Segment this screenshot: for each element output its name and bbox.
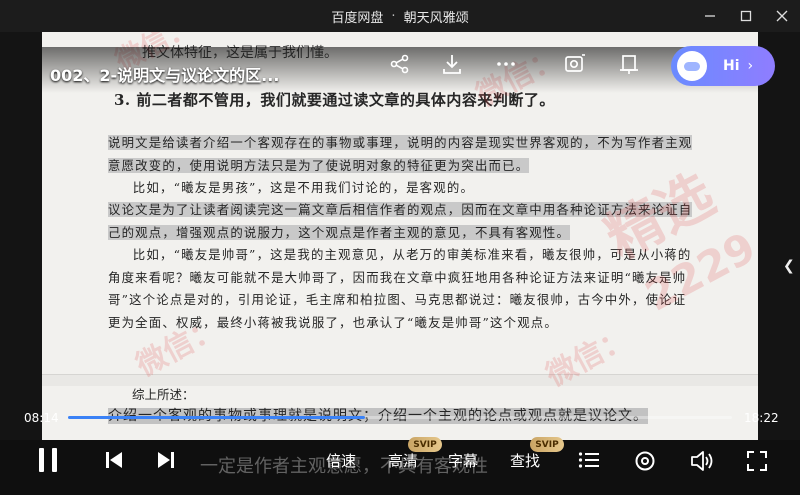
svip-badge: SVIP [408, 437, 442, 452]
current-time: 08:14 [24, 411, 59, 425]
more-icon[interactable] [494, 52, 518, 76]
video-title: 002、2-说明文与议论文的区... [50, 66, 280, 85]
share-icon[interactable] [388, 52, 412, 76]
window-titlebar: 百度网盘 · 朝天风雅颂 [0, 0, 800, 32]
settings-icon[interactable] [634, 450, 656, 472]
ai-assistant-button[interactable]: Hi › [671, 46, 775, 86]
screenshot-icon[interactable] [563, 52, 587, 76]
quality-button[interactable]: 高清 [388, 450, 418, 471]
paragraph-example-1: 比如，“曦友是男孩”，这是不用我们讨论的，是客观的。 [132, 180, 475, 195]
paragraph-expository: 说明文是给读者介绍一个客观存在的事物或事理，说明的内容是现实世界客观的，不为写作… [108, 132, 698, 177]
volume-icon[interactable] [690, 450, 714, 472]
download-icon[interactable] [440, 52, 464, 76]
paragraph-example-2: 比如，“曦友是帅哥”，这是我的主观意见，从老万的审美标准来看，曦友很帅，可是从小… [108, 247, 692, 330]
speed-button[interactable]: 倍速 [326, 450, 356, 471]
chevron-right-icon: › [747, 58, 754, 74]
title-separator: · [391, 8, 396, 24]
summary-title: 综上所述： [132, 387, 195, 402]
highlighted-text: 说明文是给读者介绍一个客观存在的事物或事理，说明的内容是现实世界客观的，不为写作… [108, 135, 693, 173]
assistant-label: Hi [723, 58, 740, 74]
pause-icon[interactable] [36, 446, 62, 474]
app-name: 百度网盘 [331, 10, 384, 26]
file-name: 朝天风雅颂 [403, 10, 469, 26]
pin-icon[interactable] [617, 52, 641, 76]
total-time: 18:22 [744, 411, 779, 425]
video-frame[interactable]: 推文体特征，这是属于我们懂。 3. 前二者都不管用，我们就要通过读文章的具体内容… [42, 32, 758, 440]
maximize-icon[interactable] [728, 0, 764, 32]
highlighted-text: 议论文是为了让读者阅读完这一篇文章后相信作者的观点，因而在文章中用各种论证方法来… [108, 202, 693, 240]
window-controls [692, 0, 800, 32]
svip-badge: SVIP [530, 437, 564, 452]
minimize-icon[interactable] [692, 0, 728, 32]
fullscreen-icon[interactable] [746, 450, 768, 472]
subtitle-button[interactable]: 字幕 [448, 450, 478, 471]
paragraph-argumentative: 议论文是为了让读者阅读完这一篇文章后相信作者的观点，因而在文章中用各种论证方法来… [108, 199, 698, 244]
playlist-icon[interactable] [578, 450, 600, 470]
next-icon[interactable] [156, 450, 176, 470]
assistant-avatar-icon [677, 51, 707, 81]
chevron-left-icon[interactable]: ❮ [783, 258, 795, 274]
previous-icon[interactable] [104, 450, 124, 470]
progress-bar[interactable] [68, 416, 732, 419]
progress-fill [68, 416, 366, 419]
close-icon[interactable] [764, 0, 800, 32]
search-button[interactable]: 查找 [510, 450, 540, 471]
